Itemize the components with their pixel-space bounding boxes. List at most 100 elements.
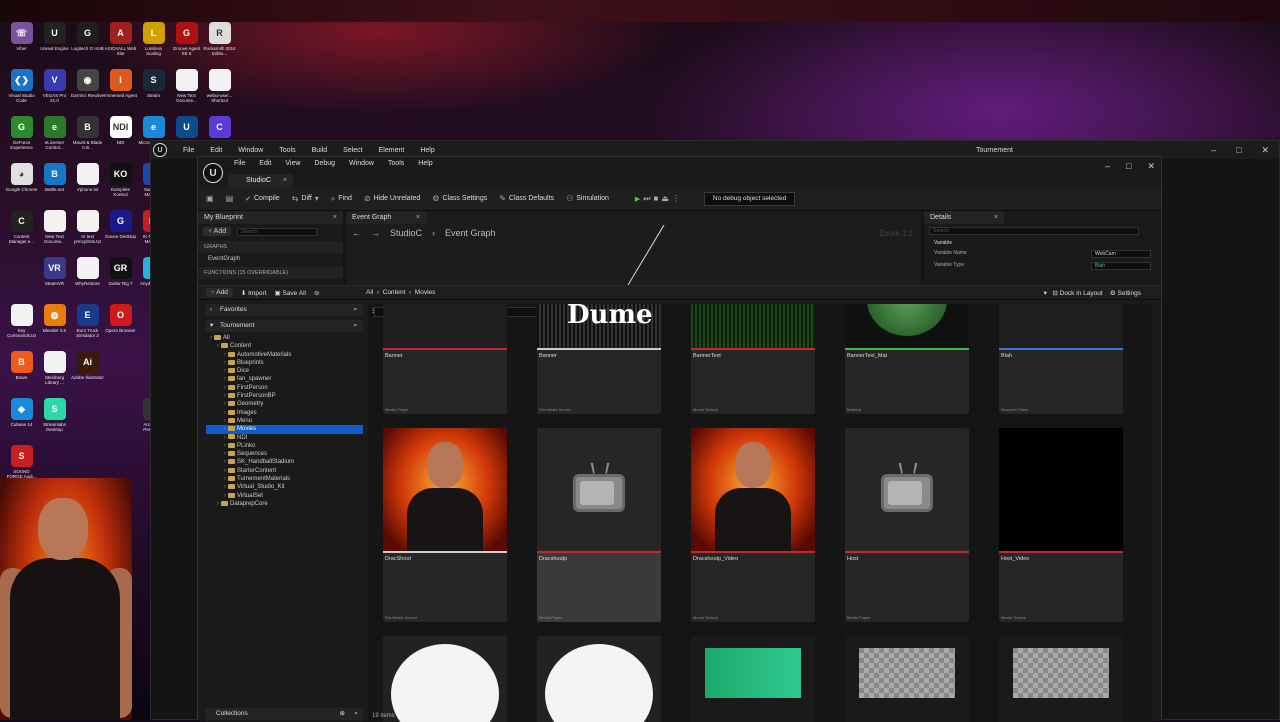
breadcrumb-leaf[interactable]: Event Graph — [445, 228, 496, 238]
browse-icon[interactable]: ▤ — [226, 194, 234, 203]
asset-card[interactable]: DracShout File Media Source — [383, 428, 507, 622]
desktop-icon[interactable]: O Opera Browser — [104, 304, 137, 351]
desktop-icon[interactable]: NDI NDI — [104, 116, 137, 163]
desktop-icon[interactable]: B Brave — [5, 351, 38, 398]
tournement-header[interactable]: ▾ Tournement ⌕ — [206, 320, 363, 332]
menu-item[interactable]: Window — [349, 160, 374, 167]
menu-item[interactable]: View — [285, 160, 300, 167]
details-search-input[interactable]: Search — [929, 227, 1139, 235]
maximize-icon[interactable]: □ — [1236, 145, 1241, 156]
crumb-all[interactable]: All — [366, 289, 373, 296]
desktop-icon[interactable]: E Euro Truck Simulator 2 — [71, 304, 104, 351]
asset-card[interactable]: Dracshoutp_Video Media Texture — [691, 428, 815, 622]
folder-item[interactable]: › Dice — [206, 367, 363, 375]
desktop-icon[interactable]: ☏ Viber — [5, 22, 38, 69]
graphs-section[interactable]: GRAPHS — [198, 241, 343, 253]
debug-object-select[interactable]: No debug object selected — [703, 191, 796, 206]
menu-item[interactable]: File — [234, 160, 245, 167]
folder-item[interactable]: › NDI — [206, 434, 363, 442]
desktop-icon[interactable]: ◕ Google Chrome — [5, 163, 38, 210]
desktop-icon[interactable]: ◉ DaVinci Resolve — [71, 69, 104, 116]
folder-item[interactable]: › AutomotiveMaterials — [206, 351, 363, 359]
asset-card[interactable] — [691, 636, 815, 722]
desktop-icon[interactable]: C Content Manager.e... — [5, 210, 38, 257]
desktop-icon[interactable]: webui-user... Shortcut — [203, 69, 236, 116]
desktop-icon[interactable]: U Unreal Engine — [38, 22, 71, 69]
folder-item[interactable]: › Menu — [206, 417, 363, 425]
minimize-icon[interactable]: – — [1105, 161, 1110, 172]
close-icon[interactable]: ✕ — [1261, 145, 1269, 156]
collections-header[interactable]: Collections ⊕ ⌕ — [206, 708, 363, 720]
menu-item[interactable]: Select — [343, 147, 362, 154]
folder-item[interactable]: › PLinko — [206, 442, 363, 450]
desktop-icon[interactable]: ◆ Cubase 14 — [5, 398, 38, 445]
asset-card[interactable]: Dracshoutp Media Player — [537, 428, 661, 622]
desktop-icon[interactable]: New Text Docume... — [38, 210, 71, 257]
play-icon[interactable]: ▶ — [635, 195, 640, 203]
desktop-icon[interactable]: ◍ Blender 3.6 — [38, 304, 71, 351]
desktop-icon[interactable]: New Text Docume... — [170, 69, 203, 116]
folder-item[interactable]: › All — [206, 334, 363, 342]
desktop-icon[interactable]: ❮❯ Visual Studio Code — [5, 69, 38, 116]
desktop-icon[interactable]: G Govee Desktop — [104, 210, 137, 257]
asset-card[interactable]: Banner Media Player — [383, 304, 507, 414]
desktop-icon[interactable]: G Logitech G HUB — [71, 22, 104, 69]
asset-card[interactable]: BannerText Media Texture — [691, 304, 815, 414]
add-button[interactable]: + Add — [206, 288, 233, 297]
maximize-icon[interactable]: □ — [1126, 161, 1131, 172]
more-icon[interactable]: ⋮ — [672, 194, 680, 203]
asset-card[interactable]: Blah Blueprint Class — [999, 304, 1123, 414]
menu-item[interactable]: Element — [379, 147, 405, 154]
event-graph-panel[interactable]: Event Graph × ← → StudioC › Event Graph Zoo… — [346, 211, 921, 291]
save-all-button[interactable]: ▣ Save All — [275, 289, 306, 297]
desktop-icon[interactable]: B Mount & Blade II B... — [71, 116, 104, 163]
tab-event-graph[interactable]: Event Graph × — [346, 211, 426, 224]
class-defaults-button[interactable]: ✎ Class Defaults — [499, 194, 554, 203]
desktop-icon[interactable]: e eLicenser Control... — [38, 116, 71, 163]
chevron-down-icon[interactable]: ▾ — [1044, 290, 1047, 297]
folder-item[interactable]: › Sequences — [206, 450, 363, 458]
folder-item[interactable]: › FirstPerson — [206, 384, 363, 392]
folder-item[interactable]: › StarterContent — [206, 467, 363, 475]
folder-item[interactable]: › Blueprints — [206, 359, 363, 367]
hide-unrelated-button[interactable]: ⊘ Hide Unrelated — [364, 194, 420, 203]
favorites-header[interactable]: › Favorites ⌕ — [206, 304, 363, 316]
desktop-icon[interactable]: Ai Adobe Illustrator — [71, 351, 104, 398]
settings-button[interactable]: ⚙ Settings — [1110, 290, 1141, 297]
desktop-icon[interactable]: V VEGAS Pro 21.0 — [38, 69, 71, 116]
asset-card[interactable] — [537, 636, 661, 722]
menu-item[interactable]: Help — [418, 160, 432, 167]
menu-item[interactable]: Debug — [314, 160, 335, 167]
breadcrumb-root[interactable]: StudioC — [390, 228, 422, 238]
eject-icon[interactable]: ⏏ — [661, 194, 669, 203]
menu-item[interactable]: Window — [238, 147, 263, 154]
dock-in-layout-button[interactable]: ⊟ Dock in Layout — [1052, 290, 1102, 297]
menu-item[interactable]: Tools — [388, 160, 404, 167]
import-button[interactable]: ⬇ Import — [241, 289, 267, 297]
functions-section[interactable]: FUNCTIONS (15 OVERRIDABLE) — [198, 267, 343, 279]
close-icon[interactable]: × — [994, 211, 998, 224]
step-icon[interactable]: ⏭ — [643, 194, 650, 204]
desktop-icon[interactable]: WhyRestore — [71, 257, 104, 304]
add-collection-icon[interactable]: ⊕ — [340, 708, 345, 720]
search-icon[interactable]: ⌕ — [353, 304, 357, 316]
search-icon[interactable]: ⌕ — [353, 320, 357, 332]
desktop-icon[interactable]: AI text prmcptmts.txt — [71, 210, 104, 257]
folder-item[interactable]: › fan_spawner — [206, 375, 363, 383]
blueprint-editor-window[interactable]: U File Edit View Debug Window Tools Help Studi… — [197, 156, 1162, 722]
folder-item[interactable]: › TurnementMaterials — [206, 475, 363, 483]
asset-card[interactable]: BannerText_Mat Material — [845, 304, 969, 414]
forward-arrow-icon[interactable]: → — [371, 228, 380, 238]
folder-item[interactable]: › Content — [206, 342, 363, 350]
desktop-icon[interactable]: VR SteamVR — [38, 257, 71, 304]
folder-item[interactable]: › Geometry — [206, 400, 363, 408]
history-back-icon[interactable]: ⊖ — [314, 289, 319, 297]
crumb-movies[interactable]: Movies — [415, 289, 436, 296]
class-settings-button[interactable]: ⚙ Class Settings — [432, 194, 487, 203]
variable-type-select[interactable]: Blah — [1091, 262, 1151, 270]
tab-studioc[interactable]: StudioC × — [228, 174, 293, 187]
menu-item[interactable]: Tools — [279, 147, 295, 154]
desktop-icon[interactable]: A ASIO4ALL Web Site — [104, 22, 137, 69]
diff-button[interactable]: ⇆ Diff ▾ — [292, 194, 319, 203]
desktop-icon[interactable]: B Battle.net — [38, 163, 71, 210]
